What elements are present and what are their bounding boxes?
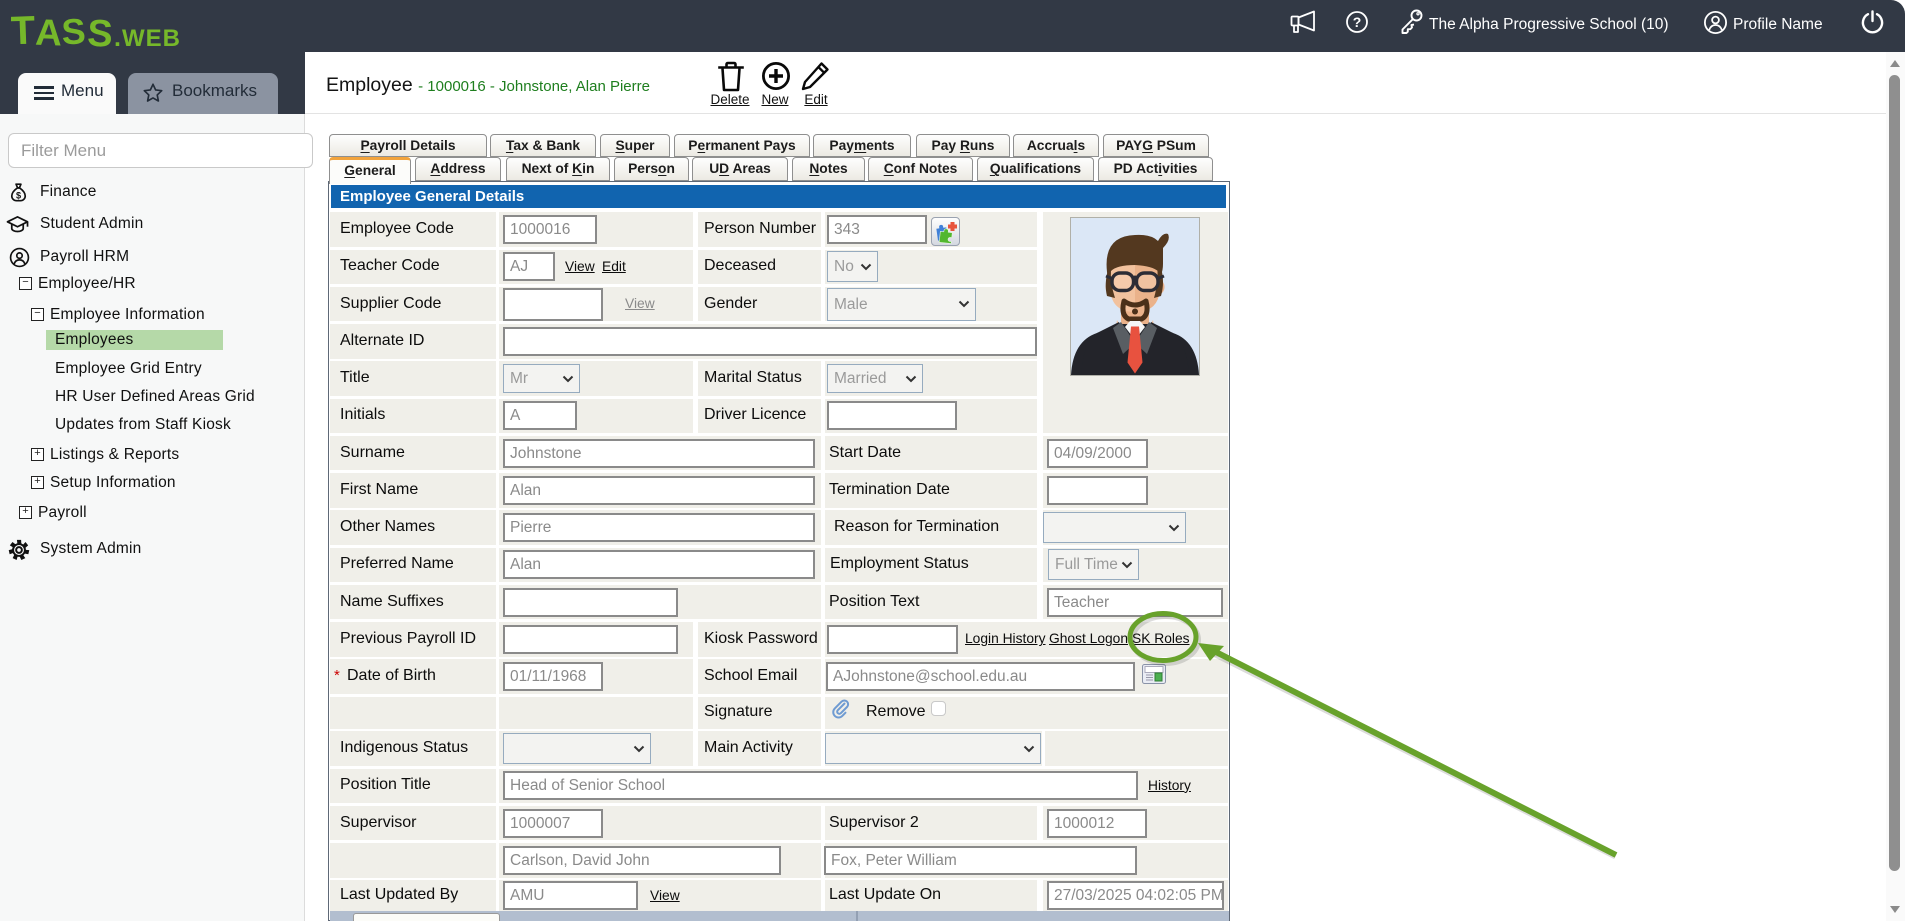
svg-text:S: S (60, 10, 86, 52)
svg-text:$: $ (16, 190, 21, 200)
svg-text:?: ? (1353, 14, 1362, 30)
svg-text:S: S (86, 13, 114, 54)
svg-text:T: T (11, 10, 36, 53)
svg-text:A: A (35, 12, 63, 54)
svg-text:WEB: WEB (122, 25, 181, 52)
svg-text:.: . (114, 24, 121, 52)
